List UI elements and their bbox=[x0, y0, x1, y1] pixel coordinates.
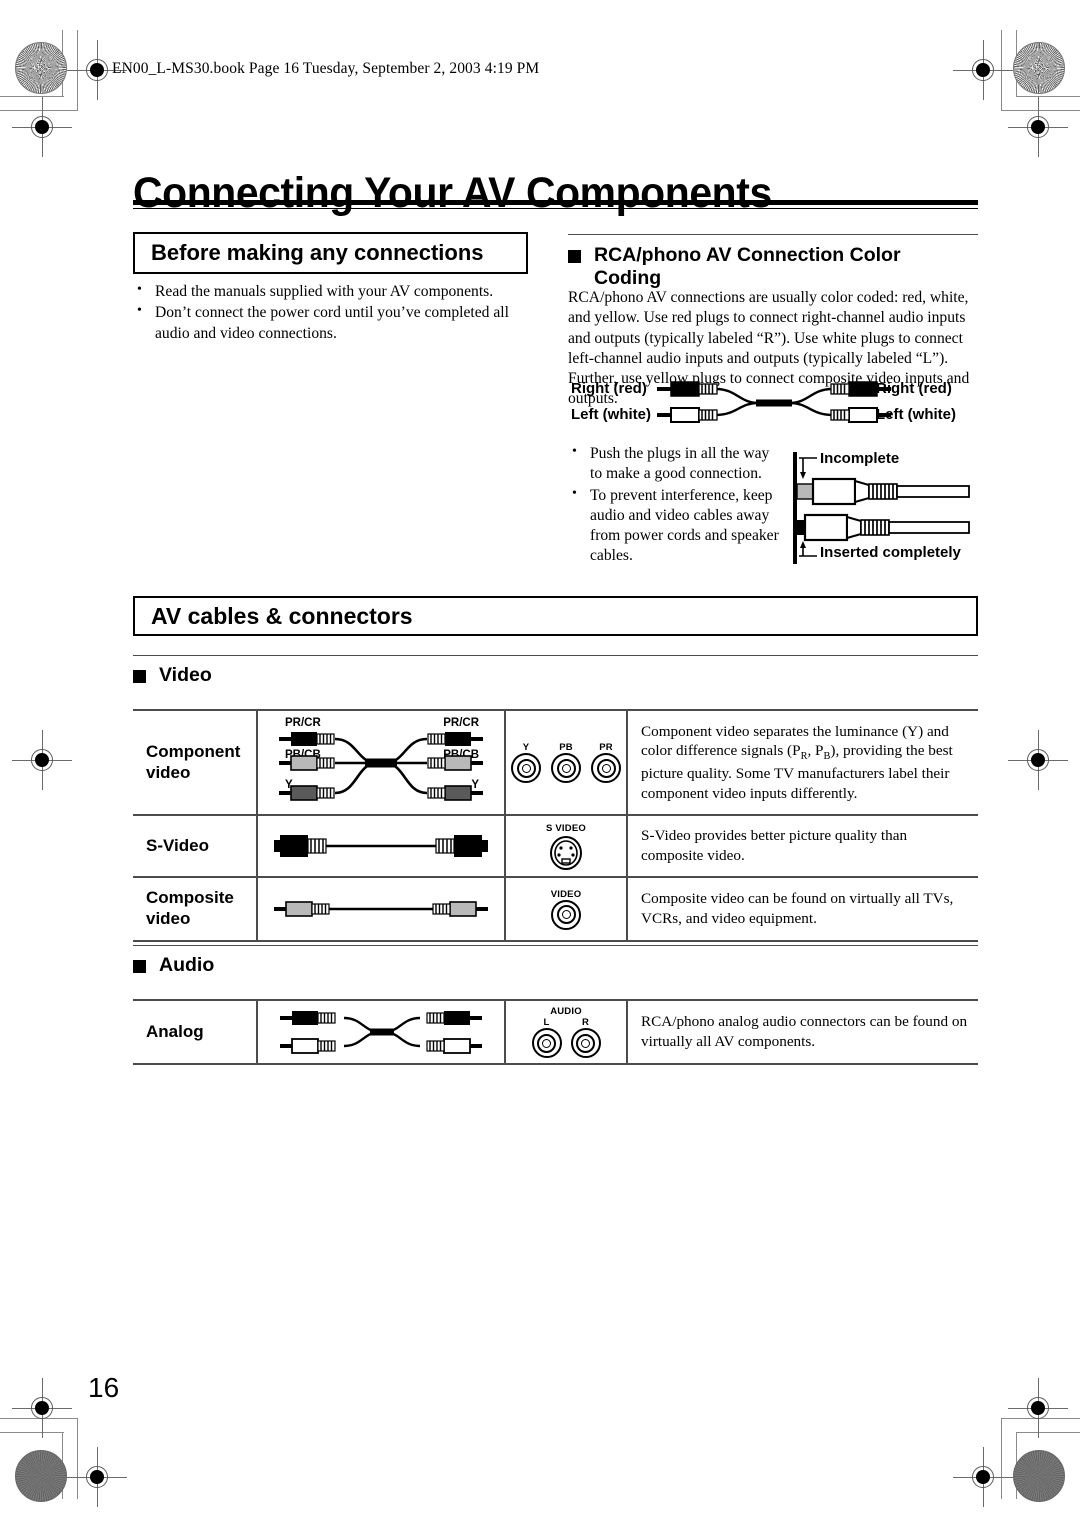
registration-disc-bottom-left bbox=[15, 1450, 67, 1502]
jack-label-y: Y bbox=[522, 742, 530, 753]
row-description: RCA/phono analog audio connectors can be… bbox=[626, 1001, 978, 1063]
registration-starburst-top-left bbox=[15, 42, 67, 94]
list-item: Don’t connect the power cord until you’v… bbox=[133, 302, 533, 344]
rca-cable-art bbox=[657, 381, 891, 423]
rca-jack-icon bbox=[531, 1028, 562, 1058]
page-canvas: EN00_L-MS30.book Page 16 Tuesday, Septem… bbox=[0, 0, 1080, 1528]
rca-jack-icon bbox=[570, 1028, 601, 1058]
analog-cable-art bbox=[280, 1011, 482, 1054]
square-bullet-icon bbox=[133, 960, 146, 973]
rca-cable-figure: Right (red) Left (white) Right (red) Lef… bbox=[568, 378, 980, 428]
component-jack-cell: Y PB PR bbox=[504, 711, 626, 814]
registration-cross-bottom-left bbox=[67, 1447, 127, 1507]
composite-cable-cell bbox=[256, 878, 504, 940]
row-description: Component video separates the luminance … bbox=[626, 711, 978, 814]
list-item: Push the plugs in all the way to make a … bbox=[568, 443, 780, 485]
before-connections-bullets: Read the manuals supplied with your AV c… bbox=[133, 281, 533, 345]
jack-title-video: VIDEO bbox=[550, 888, 582, 900]
title-rule-thin bbox=[133, 208, 978, 210]
registration-cross-left-middle bbox=[12, 730, 72, 790]
component-cable-art bbox=[279, 731, 483, 801]
audio-table: Analog AUDIO L R RCA/phono analog audio … bbox=[133, 999, 978, 1065]
registration-cross-right-middle bbox=[1008, 730, 1068, 790]
analog-jack-cell: AUDIO L R bbox=[504, 1001, 626, 1063]
registration-cross-left-lower bbox=[12, 1378, 72, 1438]
registration-starburst-top-right bbox=[1013, 42, 1065, 94]
color-coding-heading-label: RCA/phono AV Connection Color Coding bbox=[594, 244, 901, 289]
jack-label-l: L bbox=[543, 1017, 550, 1028]
svideo-jack-cell: S VIDEO bbox=[504, 816, 626, 876]
component-cable-cell: PR/CR PB/CB Y PR/CR PB/CB Y bbox=[256, 711, 504, 814]
row-description: Composite video can be found on virtuall… bbox=[626, 878, 978, 940]
registration-cross-right-upper bbox=[1008, 97, 1068, 157]
rca-jack-icon bbox=[591, 753, 621, 783]
jack-label-pb: PB bbox=[559, 742, 573, 753]
audio-heading-label: Audio bbox=[159, 954, 215, 976]
s-video-jack-icon bbox=[549, 835, 582, 870]
video-top-rule bbox=[133, 655, 978, 657]
cables-connectors-heading-box: AV cables & connectors bbox=[133, 596, 978, 636]
svideo-cable-art bbox=[274, 835, 488, 857]
color-coding-bullets: Push the plugs in all the way to make a … bbox=[568, 443, 780, 568]
rca-jack-icon bbox=[551, 753, 581, 783]
list-item: Read the manuals supplied with your AV c… bbox=[133, 281, 533, 302]
jack-title-svideo: S VIDEO bbox=[546, 822, 586, 834]
book-header-line: EN00_L-MS30.book Page 16 Tuesday, Septem… bbox=[112, 60, 540, 77]
square-bullet-icon bbox=[568, 250, 581, 263]
table-row: Analog AUDIO L R RCA/phono analog audio … bbox=[133, 1001, 978, 1063]
table-row: Composite video VIDEO Composite video ca… bbox=[133, 878, 978, 940]
svideo-cable-cell bbox=[256, 816, 504, 876]
row-description: S-Video provides better picture quality … bbox=[626, 816, 978, 876]
registration-disc-bottom-right bbox=[1013, 1450, 1065, 1502]
list-item: To prevent interference, keep audio and … bbox=[568, 485, 780, 567]
table-row: Component video PR/CR PB/CB Y PR/CR PB/C… bbox=[133, 711, 978, 816]
title-rule-thick bbox=[133, 200, 978, 205]
video-heading-label: Video bbox=[159, 664, 212, 686]
color-coding-top-rule bbox=[568, 234, 978, 236]
registration-cross-bottom-right bbox=[953, 1447, 1013, 1507]
rca-jack-icon bbox=[511, 753, 541, 783]
registration-cross-left-upper bbox=[12, 97, 72, 157]
page-number: 16 bbox=[88, 1372, 120, 1403]
composite-jack-cell: VIDEO bbox=[504, 878, 626, 940]
plug-insertion-figure: Incomplete Inserted completely bbox=[785, 448, 980, 568]
video-heading: Video bbox=[133, 664, 212, 687]
rca-jack-icon bbox=[551, 899, 581, 930]
jack-label-r: R bbox=[581, 1017, 590, 1028]
audio-top-rule bbox=[133, 945, 978, 947]
registration-cross-right-lower bbox=[1008, 1378, 1068, 1438]
jack-label-pr: PR bbox=[599, 742, 613, 753]
row-label: Component video bbox=[146, 741, 241, 782]
analog-cable-cell bbox=[256, 1001, 504, 1063]
row-label: Analog bbox=[146, 1021, 204, 1041]
color-coding-heading: RCA/phono AV Connection Color Coding bbox=[568, 244, 968, 290]
audio-heading: Audio bbox=[133, 954, 214, 977]
row-label: Composite video bbox=[146, 888, 234, 928]
jack-title-audio: AUDIO bbox=[550, 1006, 582, 1017]
composite-cable-art bbox=[274, 901, 488, 917]
page-title: Connecting Your AV Components bbox=[133, 168, 772, 217]
registration-cross-top-right bbox=[953, 40, 1013, 100]
cables-connectors-heading: AV cables & connectors bbox=[151, 602, 413, 629]
before-connections-heading-box: Before making any connections bbox=[133, 232, 528, 274]
row-label: S-Video bbox=[146, 835, 209, 855]
table-row: S-Video S VIDEO S-Video provides better … bbox=[133, 816, 978, 878]
before-connections-heading: Before making any connections bbox=[151, 240, 484, 265]
plug-insertion-art bbox=[793, 452, 970, 564]
video-table: Component video PR/CR PB/CB Y PR/CR PB/C… bbox=[133, 709, 978, 942]
square-bullet-icon bbox=[133, 670, 146, 683]
